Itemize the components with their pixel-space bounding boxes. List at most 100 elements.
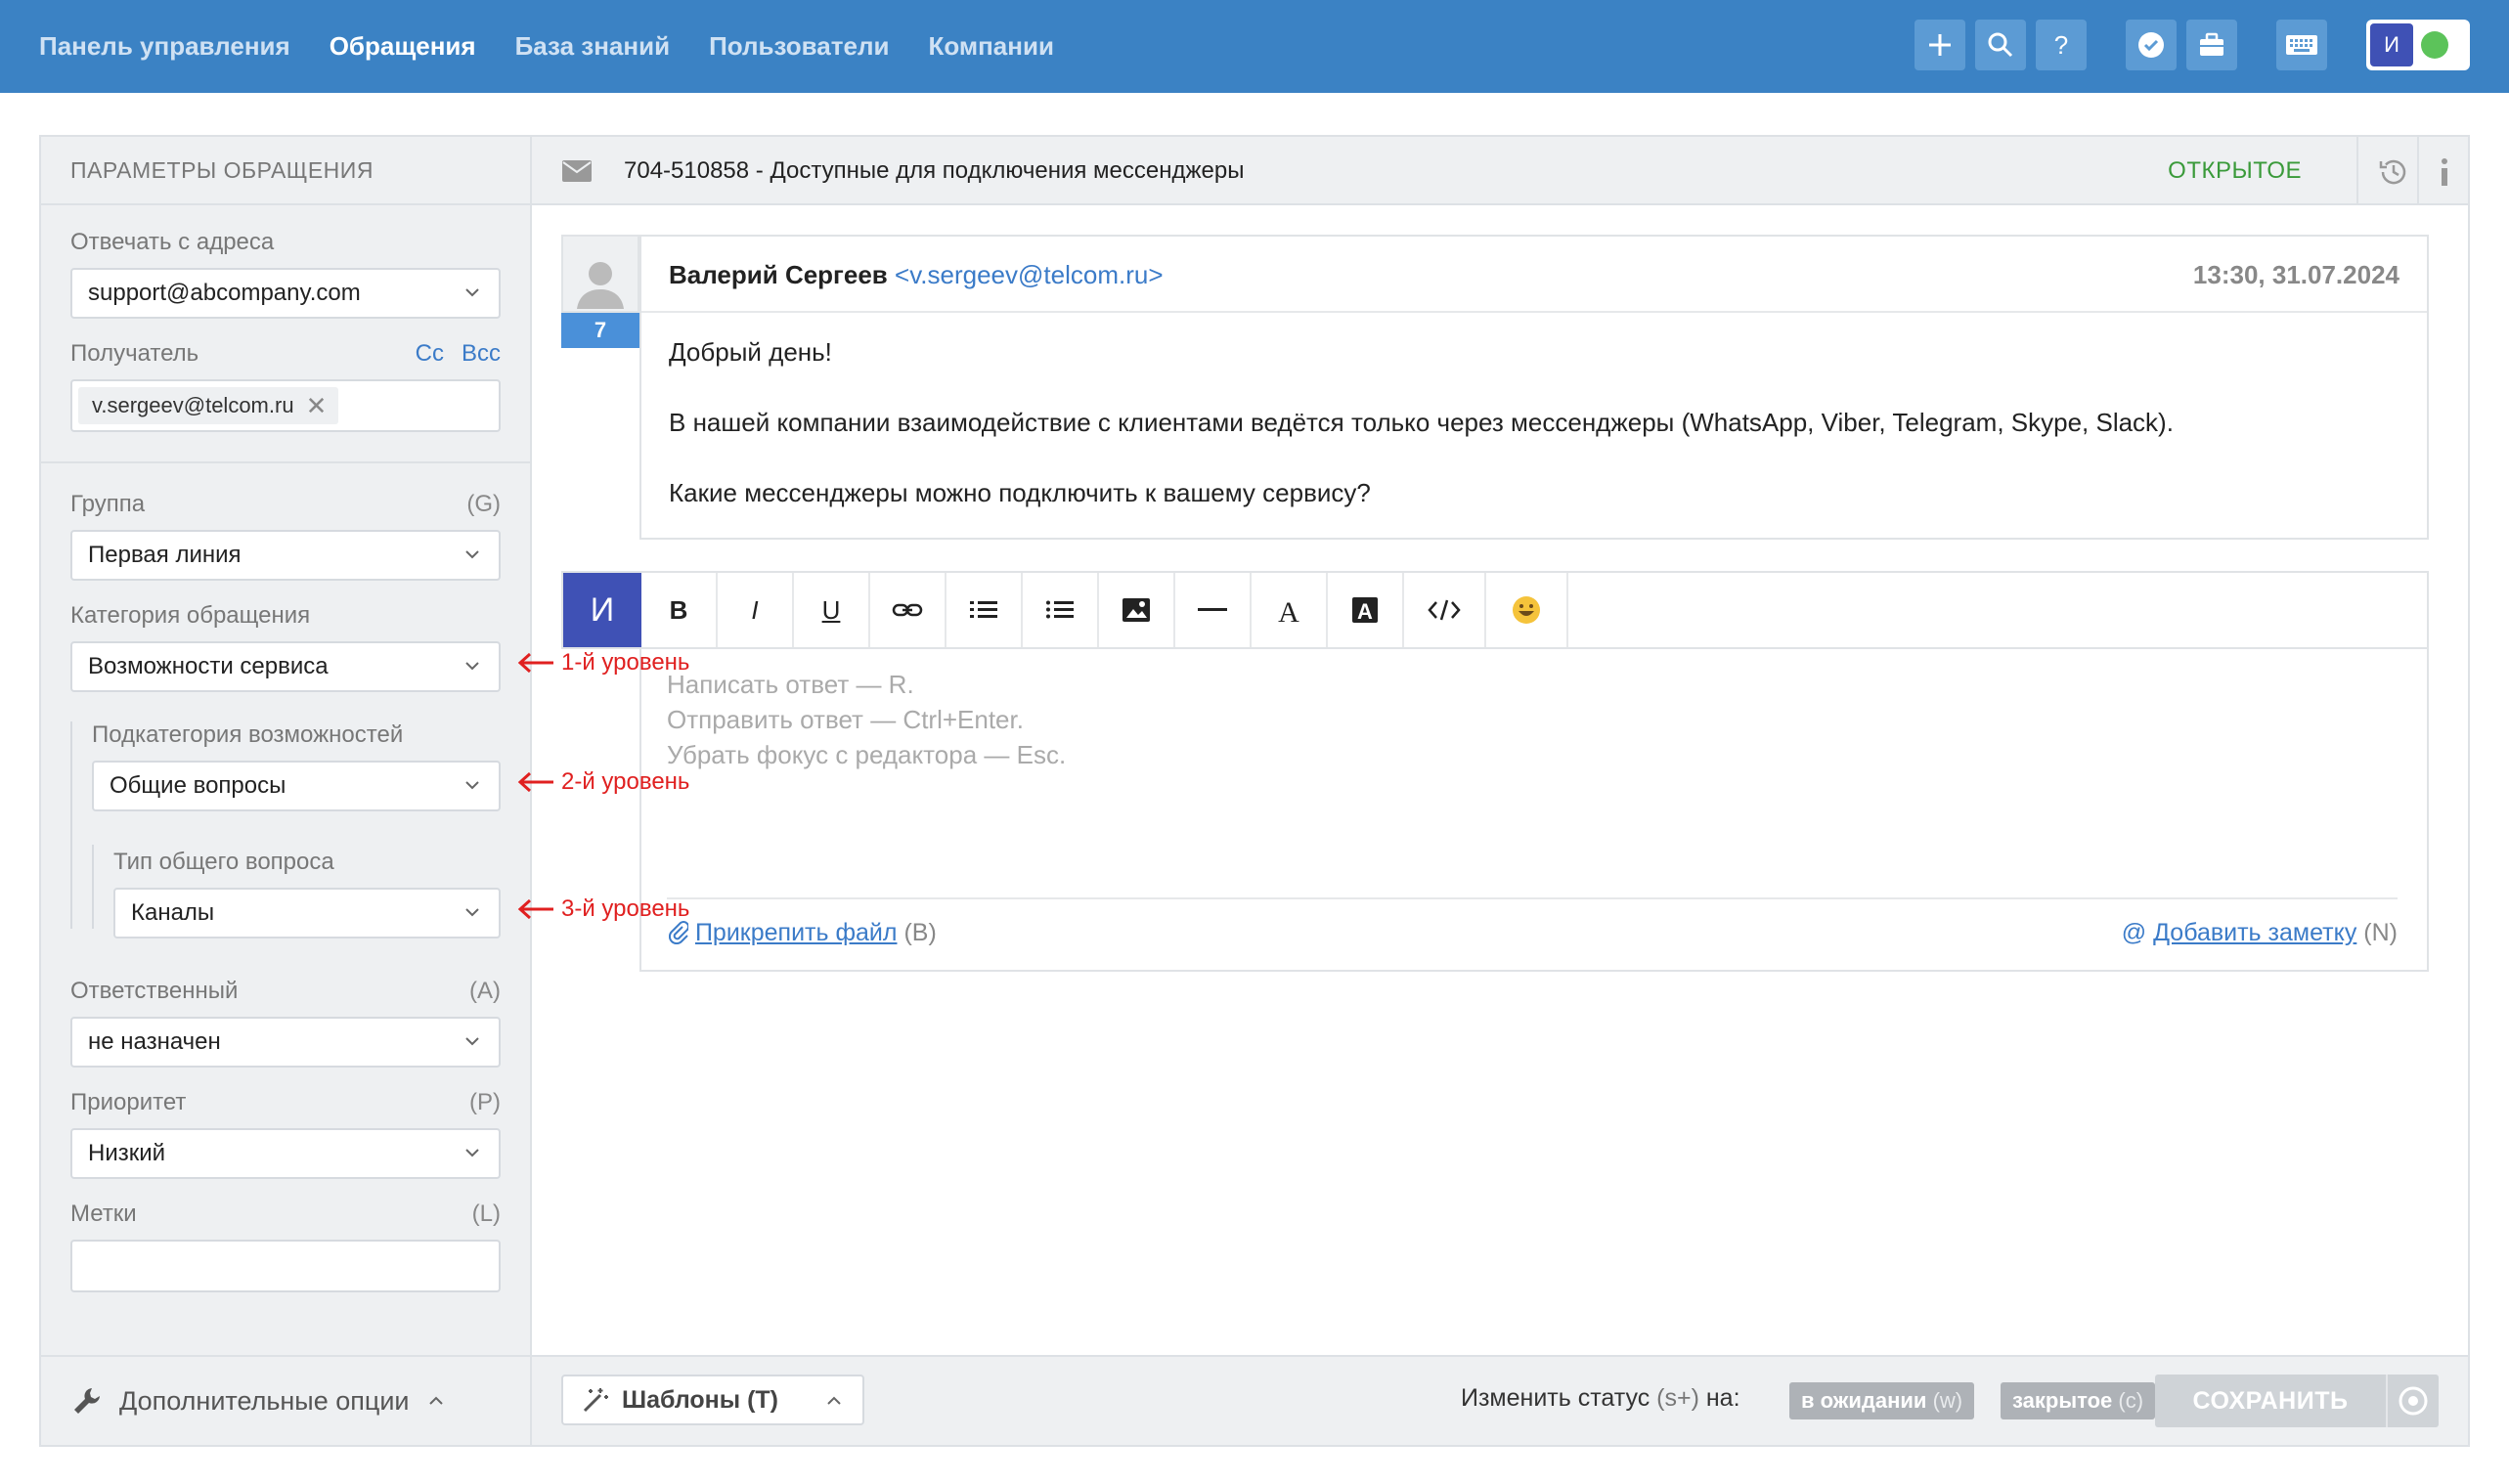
nav-dashboard[interactable]: Панель управления [39, 31, 290, 62]
italic-icon[interactable]: I [718, 573, 794, 647]
question-type-select[interactable]: Каналы [113, 888, 501, 938]
group-value: Первая линия [88, 542, 242, 568]
ticket-content: 704-510858 - Доступные для подключения м… [532, 137, 2468, 1445]
level-2-annotation: 2-й уровень [516, 768, 689, 796]
plus-icon[interactable] [1915, 20, 1965, 70]
user-menu[interactable]: И [2366, 20, 2470, 70]
recipient-tag: v.sergeev@telcom.ru ✕ [78, 387, 339, 424]
status-pending-button[interactable]: в ожидании (w) [1789, 1382, 1975, 1419]
nav-companies[interactable]: Компании [928, 31, 1053, 62]
font-color-icon[interactable]: A [1252, 573, 1328, 647]
check-badge-icon[interactable] [2126, 20, 2177, 70]
online-status-indicator [2421, 31, 2448, 59]
ticket-header: 704-510858 - Доступные для подключения м… [532, 137, 2468, 205]
bcc-link[interactable]: Bcc [462, 340, 501, 368]
nav-users[interactable]: Пользователи [709, 31, 889, 62]
category-value: Возможности сервиса [88, 653, 329, 679]
status-closed-button[interactable]: закрытое (c) [2001, 1382, 2156, 1419]
editor-hint: Написать ответ — R. [667, 670, 914, 699]
editor-mode-button[interactable]: И [563, 573, 641, 647]
change-status-label: Изменить статус (s+) на: [1461, 1384, 1740, 1413]
chevron-down-icon [465, 288, 479, 297]
top-toolbar: ? И [1915, 20, 2470, 70]
question-type-label: Тип общего вопроса [113, 849, 334, 875]
left-arrow-icon [517, 652, 553, 674]
underline-icon[interactable]: U [794, 573, 870, 647]
change-status-suffix: на: [1705, 1384, 1740, 1412]
message-paragraph: Добрый день! [669, 337, 832, 367]
tags-input[interactable] [70, 1240, 501, 1292]
chevron-down-icon [465, 908, 479, 917]
message-count-badge: 7 [561, 313, 639, 348]
chevron-down-icon [465, 1149, 479, 1157]
group-label: Группа [70, 491, 146, 517]
subcategory-label: Подкатегория возможностей [92, 721, 404, 748]
add-note-row: @ Добавить заметку (N) [2122, 919, 2398, 947]
search-icon[interactable] [1975, 20, 2026, 70]
horizontal-rule-icon[interactable] [1175, 573, 1252, 647]
keyboard-icon[interactable] [2276, 20, 2327, 70]
nav-knowledge-base[interactable]: База знаний [515, 31, 671, 62]
code-icon[interactable] [1404, 573, 1486, 647]
attach-file-link[interactable]: Прикрепить файл [695, 919, 898, 946]
message-sender: Валерий Сергеев <v.sergeev@telcom.ru> [669, 260, 1164, 290]
briefcase-icon[interactable] [2186, 20, 2237, 70]
header-divider [2356, 137, 2358, 205]
message-header: Валерий Сергеев <v.sergeev@telcom.ru> 13… [641, 237, 2427, 313]
attach-file-row: Прикрепить файл (B) [668, 919, 937, 947]
reply-from-select[interactable]: support@abcompany.com [70, 268, 501, 319]
message-datetime: 13:30, 31.07.2024 [2192, 260, 2399, 289]
group-select[interactable]: Первая линия [70, 530, 501, 581]
category-select[interactable]: Возможности сервиса [70, 641, 501, 692]
status-closed-label: закрытое [2012, 1388, 2113, 1413]
info-icon[interactable] [2427, 154, 2462, 190]
subcategory-select[interactable]: Общие вопросы [92, 761, 501, 811]
editor-hints: Написать ответ — R. Отправить ответ — Ct… [667, 667, 1066, 772]
question-type-value: Каналы [131, 899, 215, 926]
chevron-down-icon [465, 1037, 479, 1046]
add-note-link[interactable]: Добавить заметку [2153, 919, 2356, 946]
assignee-select[interactable]: не назначен [70, 1017, 501, 1068]
reply-text-area[interactable]: Написать ответ — R. Отправить ответ — Ct… [639, 649, 2429, 972]
templates-button[interactable]: Шаблоны (T) [561, 1375, 864, 1425]
header-divider [2417, 137, 2419, 205]
bullet-list-icon[interactable] [1023, 573, 1099, 647]
image-icon[interactable] [1099, 573, 1175, 647]
editor-hint: Убрать фокус с редактора — Esc. [667, 740, 1067, 769]
save-options-icon[interactable] [2388, 1375, 2439, 1427]
assignee-label: Ответственный [70, 978, 239, 1004]
nav-tickets[interactable]: Обращения [330, 31, 476, 62]
priority-select[interactable]: Низкий [70, 1128, 501, 1179]
link-icon[interactable] [870, 573, 946, 647]
change-status-shortcut: (s+) [1656, 1384, 1699, 1412]
remove-tag-icon[interactable]: ✕ [306, 391, 328, 421]
sender-name: Валерий Сергеев [669, 260, 888, 289]
numbered-list-icon[interactable] [946, 573, 1023, 647]
left-arrow-icon [517, 898, 553, 920]
emoji-icon[interactable] [1486, 573, 1568, 647]
cc-link[interactable]: Cc [416, 340, 444, 368]
status-pending-label: в ожидании [1801, 1388, 1927, 1413]
recipient-input[interactable]: v.sergeev@telcom.ru ✕ [70, 379, 501, 432]
ticket-footer: Шаблоны (T) Изменить статус (s+) на: в о… [532, 1355, 2468, 1445]
envelope-icon [562, 160, 592, 182]
background-color-icon[interactable]: A [1328, 573, 1404, 647]
user-silhouette-icon [577, 262, 624, 309]
sender-email[interactable]: <v.sergeev@telcom.ru> [895, 260, 1163, 289]
history-icon[interactable] [2376, 154, 2411, 190]
bold-icon[interactable]: B [641, 573, 718, 647]
at-sign-icon: @ [2121, 919, 2147, 946]
save-button[interactable]: СОХРАНИТЬ [2155, 1375, 2439, 1427]
ticket-title: 704-510858 - Доступные для подключения м… [624, 157, 1245, 184]
sender-avatar [561, 235, 639, 313]
message-paragraph: Какие мессенджеры можно подключить к ваш… [669, 478, 1371, 507]
level-indent-line [70, 721, 72, 929]
status-closed-shortcut: (c) [2118, 1388, 2144, 1413]
recipient-tag-label: v.sergeev@telcom.ru [92, 393, 294, 417]
ticket-parameters-sidebar: ПАРАМЕТРЫ ОБРАЩЕНИЯ Отвечать с адреса su… [41, 137, 532, 1445]
svg-text:A: A [1357, 599, 1373, 624]
level-indent-line [92, 845, 94, 929]
change-status-text: Изменить статус [1461, 1384, 1651, 1412]
additional-options-toggle[interactable]: Дополнительные опции [41, 1355, 530, 1445]
help-icon[interactable]: ? [2036, 20, 2087, 70]
